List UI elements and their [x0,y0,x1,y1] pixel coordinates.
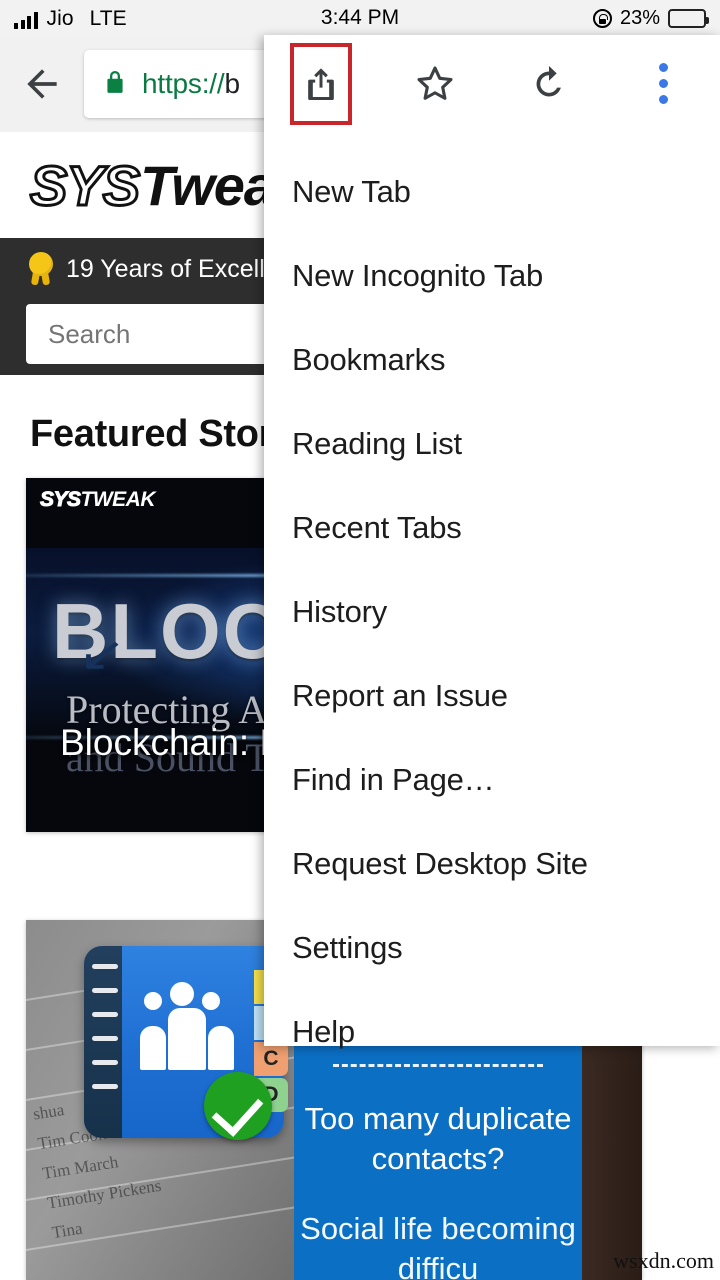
reload-icon [536,65,561,96]
battery-icon [668,8,709,28]
menu-item-bookmarks[interactable]: Bookmarks [264,318,720,402]
phone-screen: Jio LTE 3:44 PM 23% https://b SYS Tweak … [0,0,720,1280]
menu-item-request-desktop-site[interactable]: Request Desktop Site [264,822,720,906]
menu-item-find-in-page[interactable]: Find in Page… [264,738,720,822]
menu-item-report-an-issue[interactable]: Report an Issue [264,654,720,738]
bookmark-button[interactable] [378,35,492,132]
share-icon [308,67,334,100]
menu-item-history[interactable]: History [264,570,720,654]
url-scheme: https:// [142,68,225,99]
share-button-highlight [290,42,352,125]
menu-item-list: New Tab New Incognito Tab Bookmarks Read… [264,132,720,1074]
rotation-lock-icon [592,8,612,28]
decorative-arrow-icon: ↙ [77,628,127,681]
status-bar-right: 23% [592,6,709,30]
menu-action-row [264,35,720,132]
green-padlock-icon [102,67,128,102]
back-arrow-icon [27,69,57,99]
browser-menu-panel: New Tab New Incognito Tab Bookmarks Read… [264,35,720,1049]
status-bar: Jio LTE 3:44 PM 23% [0,0,720,36]
ad-line-1: Too many duplicate contacts? [294,1099,582,1179]
medal-icon [26,252,56,286]
menu-item-new-tab[interactable]: New Tab [264,150,720,234]
image-watermark: wsxdn.com [613,1248,714,1273]
menu-item-reading-list[interactable]: Reading List [264,402,720,486]
star-icon [417,65,453,100]
three-dots-icon [658,63,668,104]
green-check-icon [204,1072,272,1140]
ad-line-3: Social life becoming difficu [300,1211,576,1280]
menu-item-recent-tabs[interactable]: Recent Tabs [264,486,720,570]
menu-item-help[interactable]: Help [264,990,720,1074]
overflow-menu-button[interactable] [606,35,720,132]
ad-line-1-text: Too many duplicate [304,1101,572,1136]
url-text: https://b [142,68,240,100]
systweak-watermark: SYSSYSTWEAKTWEAK [40,488,156,512]
menu-item-new-incognito-tab[interactable]: New Incognito Tab [264,234,720,318]
battery-percent-label: 23% [619,6,660,29]
logo-text-sys: SYS [28,152,141,218]
back-button[interactable] [0,36,84,132]
url-host: b [224,68,240,99]
reload-button[interactable] [492,35,606,132]
share-button[interactable] [264,35,378,132]
menu-item-settings[interactable]: Settings [264,906,720,990]
ad-line-2-text: contacts? [371,1141,505,1176]
